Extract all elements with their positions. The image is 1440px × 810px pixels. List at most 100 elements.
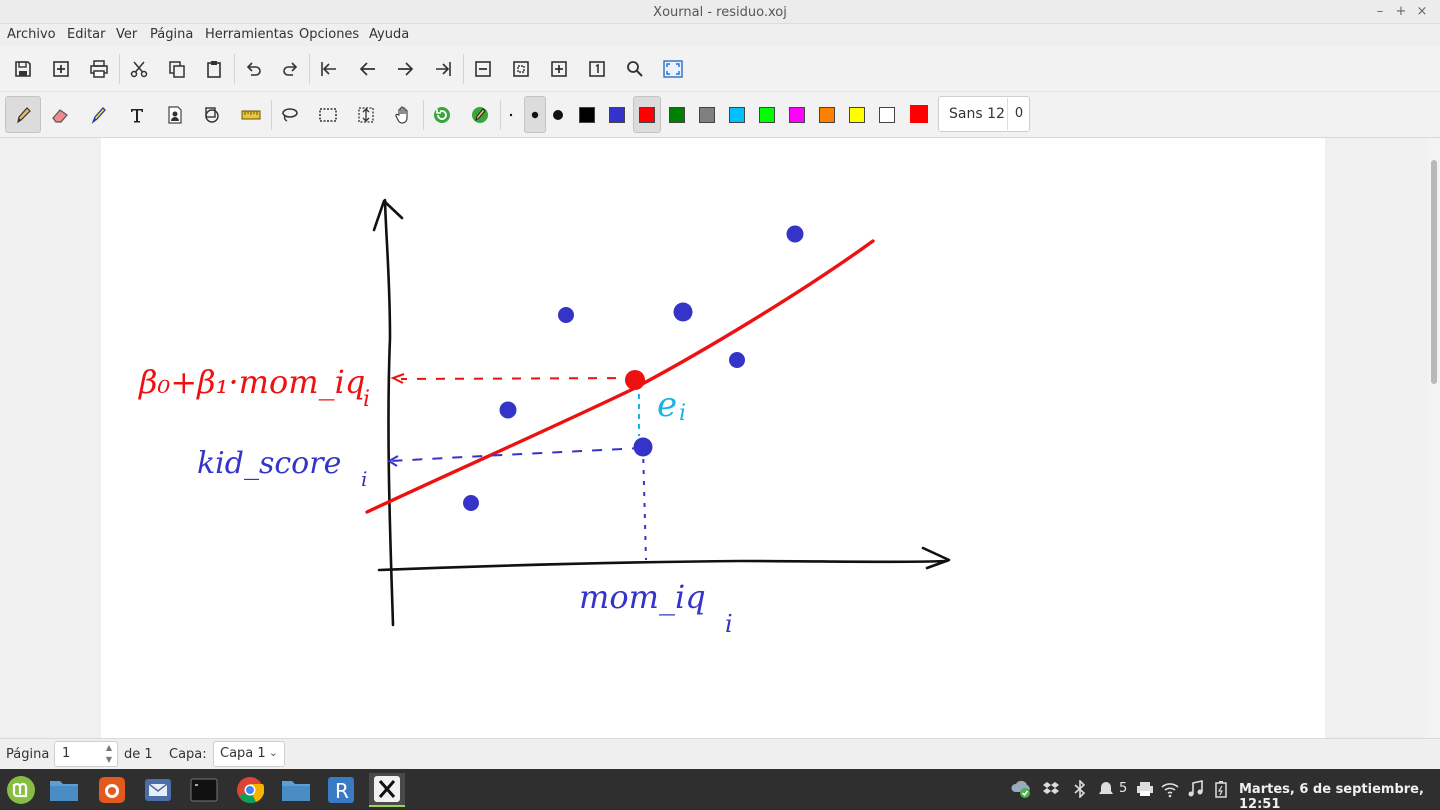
thickness-medium-button[interactable] — [524, 96, 546, 133]
battery-icon[interactable] — [1214, 780, 1228, 802]
x-guide — [642, 447, 647, 561]
next-page-button[interactable] — [391, 55, 419, 83]
save-button[interactable] — [9, 55, 37, 83]
first-page-icon — [321, 62, 336, 76]
default-pen-button[interactable] — [466, 101, 494, 129]
vertical-space-icon — [358, 107, 374, 123]
files-launcher[interactable] — [46, 773, 82, 807]
color-swatch[interactable] — [699, 107, 715, 123]
x-label: mom_iq — [579, 578, 706, 616]
chrome-launcher[interactable] — [232, 773, 268, 807]
lasso-select-button[interactable] — [276, 101, 304, 129]
highlighter-tool-button[interactable] — [85, 101, 113, 129]
undo-button[interactable] — [240, 55, 268, 83]
current-color-button[interactable] — [910, 105, 928, 123]
fitted-guide — [400, 377, 636, 380]
rstudio-launcher[interactable]: R — [323, 773, 359, 807]
first-page-button[interactable] — [315, 55, 343, 83]
ruler-icon — [241, 110, 261, 120]
default-tool-button[interactable] — [428, 101, 456, 129]
copy-button[interactable] — [163, 55, 191, 83]
printer-icon[interactable] — [1136, 780, 1154, 802]
clipboard-icon — [207, 61, 221, 78]
color-swatch[interactable] — [669, 107, 685, 123]
eraser-tool-button[interactable] — [46, 101, 74, 129]
sound-icon[interactable] — [1187, 780, 1205, 802]
clock[interactable]: Martes, 6 de septiembre, 12:51 — [1239, 782, 1440, 810]
thickness-fine-button[interactable] — [505, 101, 517, 129]
menu-herramientas[interactable]: Herramientas — [205, 27, 294, 42]
color-swatch[interactable] — [639, 107, 655, 123]
color-swatch[interactable] — [849, 107, 865, 123]
fitted-point — [625, 370, 645, 390]
paste-button[interactable] — [200, 55, 228, 83]
fullscreen-button[interactable] — [659, 55, 687, 83]
redo-button[interactable] — [276, 55, 304, 83]
layer-select[interactable]: Capa 1 ⌄ — [213, 741, 285, 767]
zoom-button[interactable] — [621, 55, 649, 83]
drawing[interactable]: β₀+β₁·mom_iq i e i kid_score i mom_iq i — [101, 138, 1325, 738]
zoom-100-button[interactable] — [583, 55, 611, 83]
print-button[interactable] — [85, 55, 113, 83]
xournal-task[interactable] — [369, 773, 405, 807]
menu-opciones[interactable]: Opciones — [299, 27, 359, 42]
menu-ayuda[interactable]: Ayuda — [369, 27, 409, 42]
folder-icon — [282, 781, 310, 801]
mint-menu-button[interactable] — [3, 773, 39, 807]
redo-icon — [283, 62, 298, 76]
bluetooth-icon[interactable] — [1072, 779, 1088, 802]
scrollbar-thumb[interactable] — [1431, 160, 1437, 384]
ruler-tool-button[interactable] — [237, 101, 265, 129]
vertical-space-button[interactable] — [352, 101, 380, 129]
previous-page-button[interactable] — [354, 55, 382, 83]
wifi-icon[interactable] — [1161, 780, 1179, 802]
color-swatch[interactable] — [609, 107, 625, 123]
thickness-thick-button[interactable] — [548, 101, 568, 129]
zoom-out-button[interactable] — [469, 55, 497, 83]
color-swatch[interactable] — [579, 107, 595, 123]
menu-archivo[interactable]: Archivo — [7, 27, 56, 42]
terminal-launcher[interactable] — [186, 773, 222, 807]
color-swatch[interactable] — [879, 107, 895, 123]
dropbox-icon[interactable] — [1042, 780, 1060, 802]
arrow-right-icon — [398, 62, 414, 76]
image-tool-button[interactable] — [161, 101, 189, 129]
cut-button[interactable] — [125, 55, 153, 83]
page-spinner[interactable]: 1 ▲ ▼ — [54, 741, 118, 767]
chrome-icon — [237, 777, 264, 804]
zoom-in-icon — [551, 61, 567, 77]
spin-down-icon[interactable]: ▼ — [104, 755, 114, 764]
page-canvas[interactable]: β₀+β₁·mom_iq i e i kid_score i mom_iq i — [101, 138, 1325, 738]
text-tool-button[interactable] — [123, 101, 151, 129]
color-swatch[interactable] — [789, 107, 805, 123]
save-icon — [15, 61, 31, 77]
notifications-icon[interactable] — [1098, 780, 1114, 802]
rect-select-button[interactable] — [314, 101, 342, 129]
mail-launcher[interactable] — [140, 773, 176, 807]
medium-dot-icon — [531, 111, 539, 118]
shape-recognizer-button[interactable] — [198, 101, 226, 129]
canvas-area[interactable]: β₀+β₁·mom_iq i e i kid_score i mom_iq i — [0, 138, 1428, 738]
font-selector[interactable]: Sans 12 0 — [938, 96, 1030, 132]
regression-line — [365, 239, 875, 514]
minimize-button[interactable]: – — [1370, 2, 1390, 22]
pen-tool-button[interactable] — [5, 96, 41, 133]
hand-tool-button[interactable] — [389, 101, 417, 129]
color-swatch[interactable] — [759, 107, 775, 123]
cloud-sync-icon[interactable] — [1010, 778, 1034, 804]
firefox-launcher[interactable] — [94, 773, 130, 807]
last-page-button[interactable] — [429, 55, 457, 83]
menu-editar[interactable]: Editar — [67, 27, 106, 42]
vertical-scrollbar[interactable] — [1428, 138, 1440, 738]
close-button[interactable]: × — [1412, 2, 1432, 22]
menu-ver[interactable]: Ver — [116, 27, 137, 42]
new-page-button[interactable] — [47, 55, 75, 83]
color-swatch[interactable] — [729, 107, 745, 123]
maximize-button[interactable]: + — [1391, 2, 1411, 22]
zoom-in-button[interactable] — [545, 55, 573, 83]
color-swatch[interactable] — [819, 107, 835, 123]
spin-up-icon[interactable]: ▲ — [104, 743, 114, 752]
files-launcher-2[interactable] — [278, 773, 314, 807]
zoom-fit-button[interactable] — [507, 55, 535, 83]
menu-pagina[interactable]: Página — [150, 27, 193, 42]
